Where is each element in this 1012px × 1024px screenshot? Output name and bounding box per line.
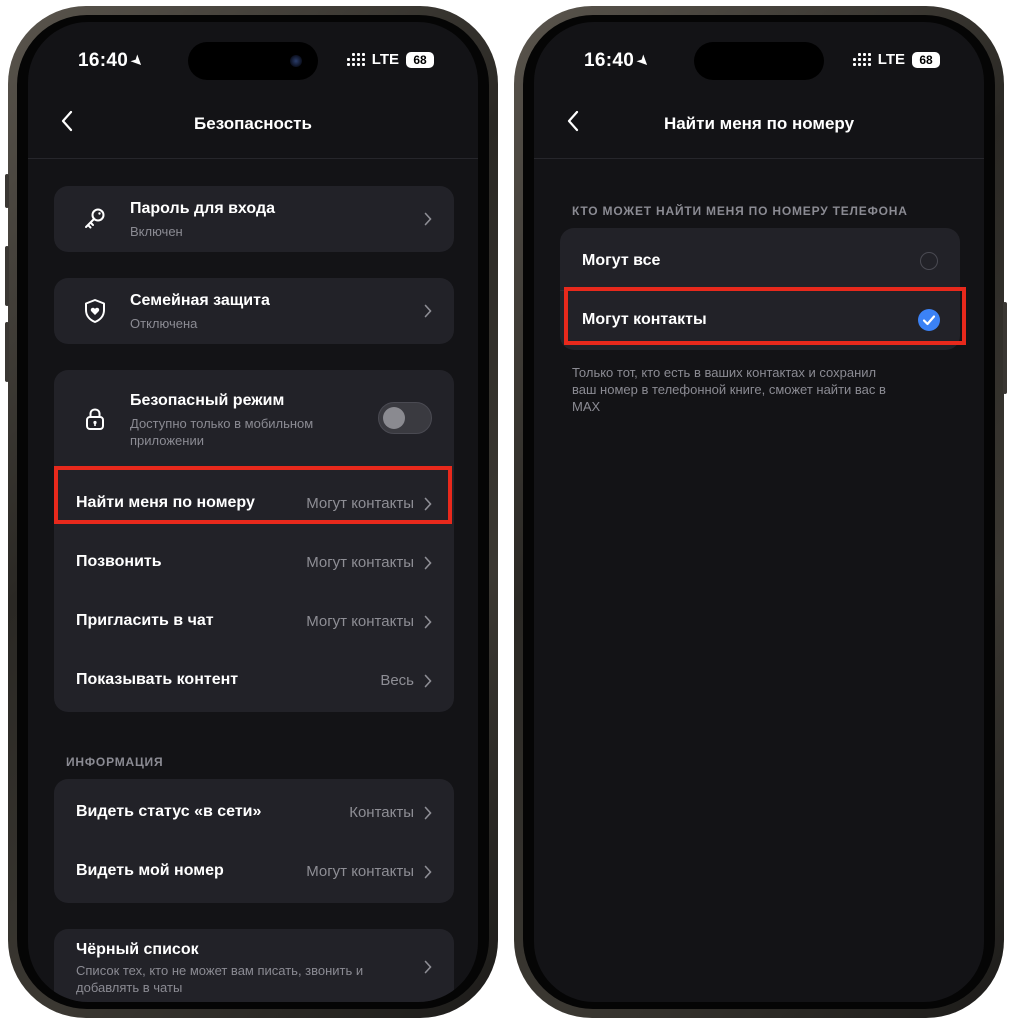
safe-mode-row: Безопасный режим Доступно только в мобил… [54,370,454,470]
call-row[interactable]: Позвонить Могут контакты [54,533,454,591]
blacklist-subtitle-2: добавлять в чаты [76,980,183,995]
toggle-knob [383,407,405,429]
signal-icon [346,53,365,66]
status-bar: 16:40➤ LTE 68 [534,22,984,92]
camera-icon [290,55,302,67]
blacklist-card[interactable]: Чёрный список Список тех, кто не может в… [54,929,454,1002]
signal-icon [852,53,871,66]
shield-heart-icon [82,298,108,324]
chevron-right-icon [424,865,432,879]
helper-line-2: ваш номер в телефонной книге, сможет най… [572,382,886,397]
action-button [5,174,9,208]
location-arrow-icon: ➤ [632,50,654,72]
password-card[interactable]: Пароль для входа Включен [54,186,454,252]
chevron-right-icon [424,304,432,318]
highlight-find-by-number [54,466,452,524]
blacklist-title: Чёрный список [76,941,199,958]
highlight-contacts-option [564,287,966,345]
network-type: LTE [877,51,905,68]
row-label: Видеть мой номер [76,862,224,879]
row-value: Могут контакты [306,863,414,880]
network-type: LTE [371,51,399,68]
page-title: Безопасность [194,114,312,133]
dynamic-island [188,42,318,80]
chevron-right-icon [424,960,432,974]
dynamic-island [694,42,824,80]
row-label: Видеть статус «в сети» [76,803,262,820]
online-status-row[interactable]: Видеть статус «в сети» Контакты [54,783,454,841]
row-value: Могут контакты [306,554,414,571]
safe-mode-toggle[interactable] [378,402,432,434]
family-title: Семейная защита [130,292,270,309]
show-content-row[interactable]: Показывать контент Весь [54,651,454,709]
phone-frame-right: 16:40➤ LTE 68 Найти меня по номеру КТО М… [514,6,1007,1018]
row-label: Показывать контент [76,671,239,688]
helper-line-1: Только тот, кто есть в ваших контактах и… [572,365,877,380]
chevron-right-icon [424,615,432,629]
option-label: Могут все [582,252,661,269]
radio-unchecked-icon [920,252,938,270]
row-label: Позвонить [76,553,162,570]
volume-up-button [5,246,9,306]
row-value: Контакты [349,804,414,821]
safe-mode-subtitle-1: Доступно только в мобильном [130,416,314,431]
blacklist-subtitle-1: Список тех, кто не может вам писать, зво… [76,963,364,978]
row-label: Пригласить в чат [76,612,214,629]
helper-text: Только тот, кто есть в ваших контактах и… [572,364,932,415]
nav-header: Безопасность [28,92,478,159]
battery-icon: 68 [406,51,434,68]
chevron-right-icon [424,674,432,688]
row-value: Могут контакты [306,613,414,630]
status-time: 16:40➤ [584,50,654,72]
screen-find-by-number: 16:40➤ LTE 68 Найти меня по номеру КТО М… [534,22,984,1002]
password-status: Включен [130,224,183,239]
status-bar: 16:40➤ LTE 68 [28,22,478,92]
nav-header: Найти меня по номеру [534,92,984,159]
key-icon [82,206,108,232]
family-protection-card[interactable]: Семейная защита Отключена [54,278,454,344]
info-section-label: ИНФОРМАЦИЯ [66,755,164,769]
status-time: 16:40➤ [78,50,148,72]
lock-icon [82,406,108,432]
volume-down-button [5,322,9,382]
section-label: КТО МОЖЕТ НАЙТИ МЕНЯ ПО НОМЕРУ ТЕЛЕФОНА [572,204,908,218]
location-arrow-icon: ➤ [126,50,148,72]
row-value: Весь [380,672,414,689]
safe-mode-title: Безопасный режим [130,392,285,409]
invite-to-chat-row[interactable]: Пригласить в чат Могут контакты [54,592,454,650]
helper-line-3: MAX [572,399,601,414]
chevron-right-icon [424,806,432,820]
chevron-right-icon [424,212,432,226]
family-status: Отключена [130,316,198,331]
safe-mode-subtitle-2: приложении [130,433,204,448]
side-button [1003,302,1007,394]
battery-icon: 68 [912,51,940,68]
info-card: Видеть статус «в сети» Контакты Видеть м… [54,779,454,903]
privacy-card: Безопасный режим Доступно только в мобил… [54,370,454,712]
page-title: Найти меня по номеру [663,114,855,133]
see-my-number-row[interactable]: Видеть мой номер Могут контакты [54,842,454,900]
option-everyone[interactable]: Могут все [560,232,960,290]
chevron-right-icon [424,556,432,570]
password-title: Пароль для входа [130,200,276,217]
